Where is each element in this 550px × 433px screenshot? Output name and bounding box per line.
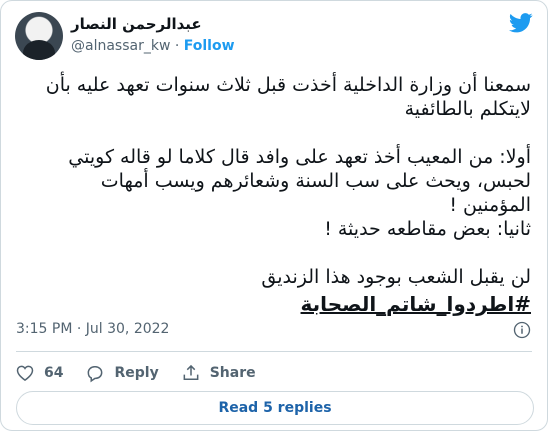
reply-icon (88, 366, 103, 383)
share-icon (183, 364, 199, 380)
share-button[interactable]: Share (181, 363, 256, 383)
tweet-card: عبدالرحمن النصار @alnassar_kw · Follow س… (0, 0, 548, 431)
tweet-timestamp[interactable]: 3:15 PM · Jul 30, 2022 (16, 321, 169, 337)
author-handle[interactable]: @alnassar_kw (71, 38, 170, 54)
tweet-text: سمعنا أن وزارة الداخلية أخذت قبل ثلاث سن… (45, 74, 531, 288)
handle-separator: · (174, 38, 180, 54)
tweet-actions: 64 Reply Share (15, 361, 256, 385)
reply-label: Reply (114, 365, 159, 381)
share-label: Share (209, 365, 256, 381)
author-display-name[interactable]: عبدالرحمن النصار (71, 15, 202, 33)
divider (16, 351, 532, 352)
info-icon[interactable] (513, 321, 531, 339)
like-count: 64 (44, 365, 64, 381)
read-replies-button[interactable]: Read 5 replies (16, 391, 534, 425)
follow-button[interactable]: Follow (184, 38, 235, 54)
author-handle-row: @alnassar_kw · Follow (71, 38, 235, 54)
reply-button[interactable]: Reply (85, 363, 159, 383)
like-button[interactable]: 64 (15, 363, 63, 383)
avatar[interactable] (15, 12, 63, 60)
hashtag-link[interactable]: #اطردوا_شاتم_الصحابة (301, 292, 531, 316)
heart-icon (16, 365, 34, 381)
twitter-bird-icon[interactable] (509, 13, 533, 33)
